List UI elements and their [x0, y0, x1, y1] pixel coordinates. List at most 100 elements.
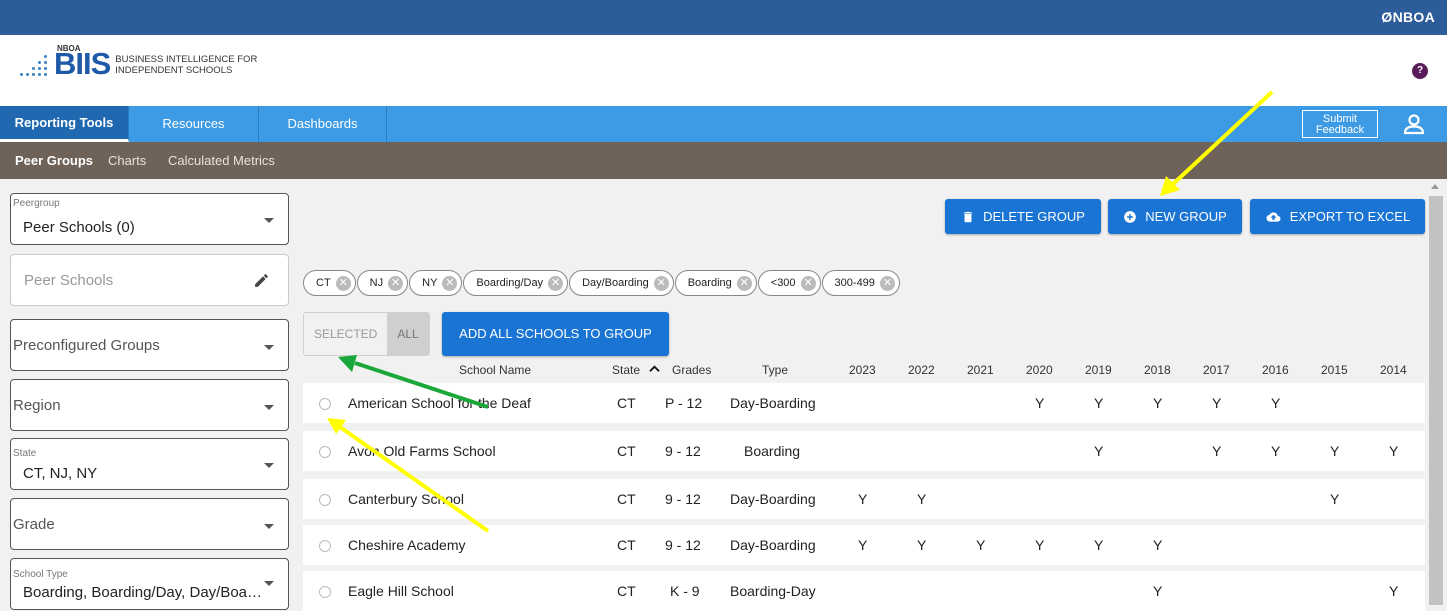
grade-select[interactable]: Grade [10, 498, 289, 550]
cell-type: Day-Boarding [730, 395, 816, 411]
cell-school-name: American School for the Deaf [348, 395, 531, 411]
biis-logo[interactable]: NBOA BIIS BUSINESS INTELLIGENCE FOR INDE… [18, 44, 257, 79]
nboa-brand[interactable]: ØNBOA [1381, 9, 1435, 25]
close-icon[interactable]: ✕ [879, 275, 895, 291]
cell-year: Y [1389, 443, 1399, 459]
pencil-icon[interactable] [253, 272, 270, 289]
filter-chip[interactable]: CT ✕ [303, 270, 356, 296]
close-icon[interactable]: ✕ [388, 275, 404, 291]
row-select-radio[interactable] [319, 494, 331, 506]
state-value: CT, NJ, NY [23, 465, 98, 482]
sort-ascending-icon[interactable] [649, 364, 660, 373]
chip-label: Day/Boarding [582, 277, 649, 289]
row-select-radio[interactable] [319, 398, 331, 410]
user-icon[interactable] [1402, 112, 1426, 136]
subnav-peer-groups[interactable]: Peer Groups [15, 153, 93, 168]
peer-schools-field[interactable]: Peer Schools [10, 254, 289, 306]
cell-grades: 9 - 12 [665, 491, 701, 507]
tab-resources[interactable]: Resources [129, 106, 259, 142]
chip-label: NY [422, 277, 438, 289]
brand-header: NBOA BIIS BUSINESS INTELLIGENCE FOR INDE… [0, 35, 1447, 106]
header-year[interactable]: 2022 [908, 363, 935, 377]
close-icon[interactable]: ✕ [442, 275, 458, 291]
logo-tagline-line-2: INDEPENDENT SCHOOLS [115, 65, 233, 76]
filter-chip[interactable]: Boarding/Day ✕ [463, 270, 569, 296]
row-select-radio[interactable] [319, 446, 331, 458]
tab-dashboards[interactable]: Dashboards [259, 106, 387, 142]
peergroup-label: Peergroup [13, 198, 60, 209]
header-year[interactable]: 2021 [967, 363, 994, 377]
preconfigured-groups-select[interactable]: Preconfigured Groups [10, 319, 289, 371]
filter-chip[interactable]: NJ ✕ [356, 270, 409, 296]
region-select[interactable]: Region [10, 379, 289, 431]
scrollbar[interactable] [1426, 179, 1447, 605]
new-group-button[interactable]: NEW GROUP [1108, 199, 1242, 234]
header-year[interactable]: 2019 [1085, 363, 1112, 377]
table-row[interactable]: American School for the Deaf CT P - 12 Day-… [303, 383, 1425, 423]
scroll-up-arrow-icon[interactable] [1431, 184, 1439, 189]
header-year[interactable]: 2015 [1321, 363, 1348, 377]
cell-year: Y [1094, 395, 1104, 411]
cell-year: Y [1035, 395, 1045, 411]
feedback-line-2: Feedback [1315, 124, 1365, 136]
subnav-charts[interactable]: Charts [108, 153, 146, 168]
delete-group-button[interactable]: DELETE GROUP [945, 199, 1101, 234]
cell-year: Y [1212, 443, 1222, 459]
table-row[interactable]: Cheshire Academy CT 9 - 12 Day-Boarding Y Y Y Y… [303, 525, 1425, 565]
cell-year: Y [917, 537, 927, 553]
header-year[interactable]: 2023 [849, 363, 876, 377]
scrollbar-thumb[interactable] [1429, 196, 1443, 605]
filter-chip[interactable]: Boarding ✕ [674, 270, 757, 296]
cell-year: Y [917, 491, 927, 507]
chip-label: CT [316, 277, 331, 289]
toggle-selected[interactable]: SELECTED [304, 313, 388, 355]
header-year[interactable]: 2016 [1262, 363, 1289, 377]
submit-feedback-button[interactable]: Submit Feedback [1302, 110, 1378, 138]
close-icon[interactable]: ✕ [736, 275, 752, 291]
header-type[interactable]: Type [762, 363, 788, 377]
header-state[interactable]: State [612, 363, 640, 377]
plus-circle-icon [1124, 210, 1137, 223]
close-icon[interactable]: ✕ [335, 275, 351, 291]
header-year[interactable]: 2017 [1203, 363, 1230, 377]
cell-type: Day-Boarding [730, 537, 816, 553]
filter-chip[interactable]: <300 ✕ [757, 270, 821, 296]
header-school-name[interactable]: School Name [459, 363, 531, 377]
export-to-excel-button[interactable]: EXPORT TO EXCEL [1250, 199, 1425, 234]
cell-school-name: Eagle Hill School [348, 583, 454, 599]
help-button[interactable]: ? [1412, 63, 1428, 79]
table-row[interactable]: Avon Old Farms School CT 9 - 12 Boarding Y Y Y… [303, 431, 1425, 471]
logo-dots-icon [18, 55, 52, 78]
add-all-schools-button[interactable]: ADD ALL SCHOOLS TO GROUP [442, 312, 669, 356]
peergroup-select[interactable]: Peergroup Peer Schools (0) [10, 193, 289, 245]
filter-chip[interactable]: NY ✕ [409, 270, 463, 296]
subnav-calculated-metrics[interactable]: Calculated Metrics [168, 153, 275, 168]
cell-grades: K - 9 [670, 583, 700, 599]
row-select-radio[interactable] [319, 586, 331, 598]
close-icon[interactable]: ✕ [548, 275, 564, 291]
school-type-select[interactable]: School Type Boarding, Boarding/Day, Day/… [10, 558, 289, 610]
cell-year: Y [1212, 395, 1222, 411]
trash-icon [963, 211, 973, 222]
top-bar: ØNBOA [0, 0, 1447, 35]
cell-school-name: Avon Old Farms School [348, 443, 496, 459]
cell-grades: P - 12 [665, 395, 703, 411]
filter-chip[interactable]: 300-499 ✕ [821, 270, 900, 296]
tab-reporting-tools[interactable]: Reporting Tools [0, 106, 129, 142]
cell-type: Boarding [744, 443, 801, 459]
header-year[interactable]: 2020 [1026, 363, 1053, 377]
cell-state: CT [617, 583, 636, 599]
toggle-all[interactable]: ALL [387, 313, 429, 355]
header-grades[interactable]: Grades [672, 363, 711, 377]
state-select[interactable]: State CT, NJ, NY [10, 438, 289, 490]
cell-year: Y [1389, 583, 1399, 599]
row-select-radio[interactable] [319, 540, 331, 552]
chip-label: Boarding/Day [476, 277, 544, 289]
header-year[interactable]: 2014 [1380, 363, 1407, 377]
close-icon[interactable]: ✕ [653, 275, 669, 291]
close-icon[interactable]: ✕ [800, 275, 816, 291]
table-row[interactable]: Eagle Hill School CT K - 9 Boarding-Day Y Y [303, 571, 1425, 611]
filter-chip[interactable]: Day/Boarding ✕ [569, 270, 674, 296]
table-row[interactable]: Canterbury School CT 9 - 12 Day-Boarding Y Y Y [303, 479, 1425, 519]
header-year[interactable]: 2018 [1144, 363, 1171, 377]
